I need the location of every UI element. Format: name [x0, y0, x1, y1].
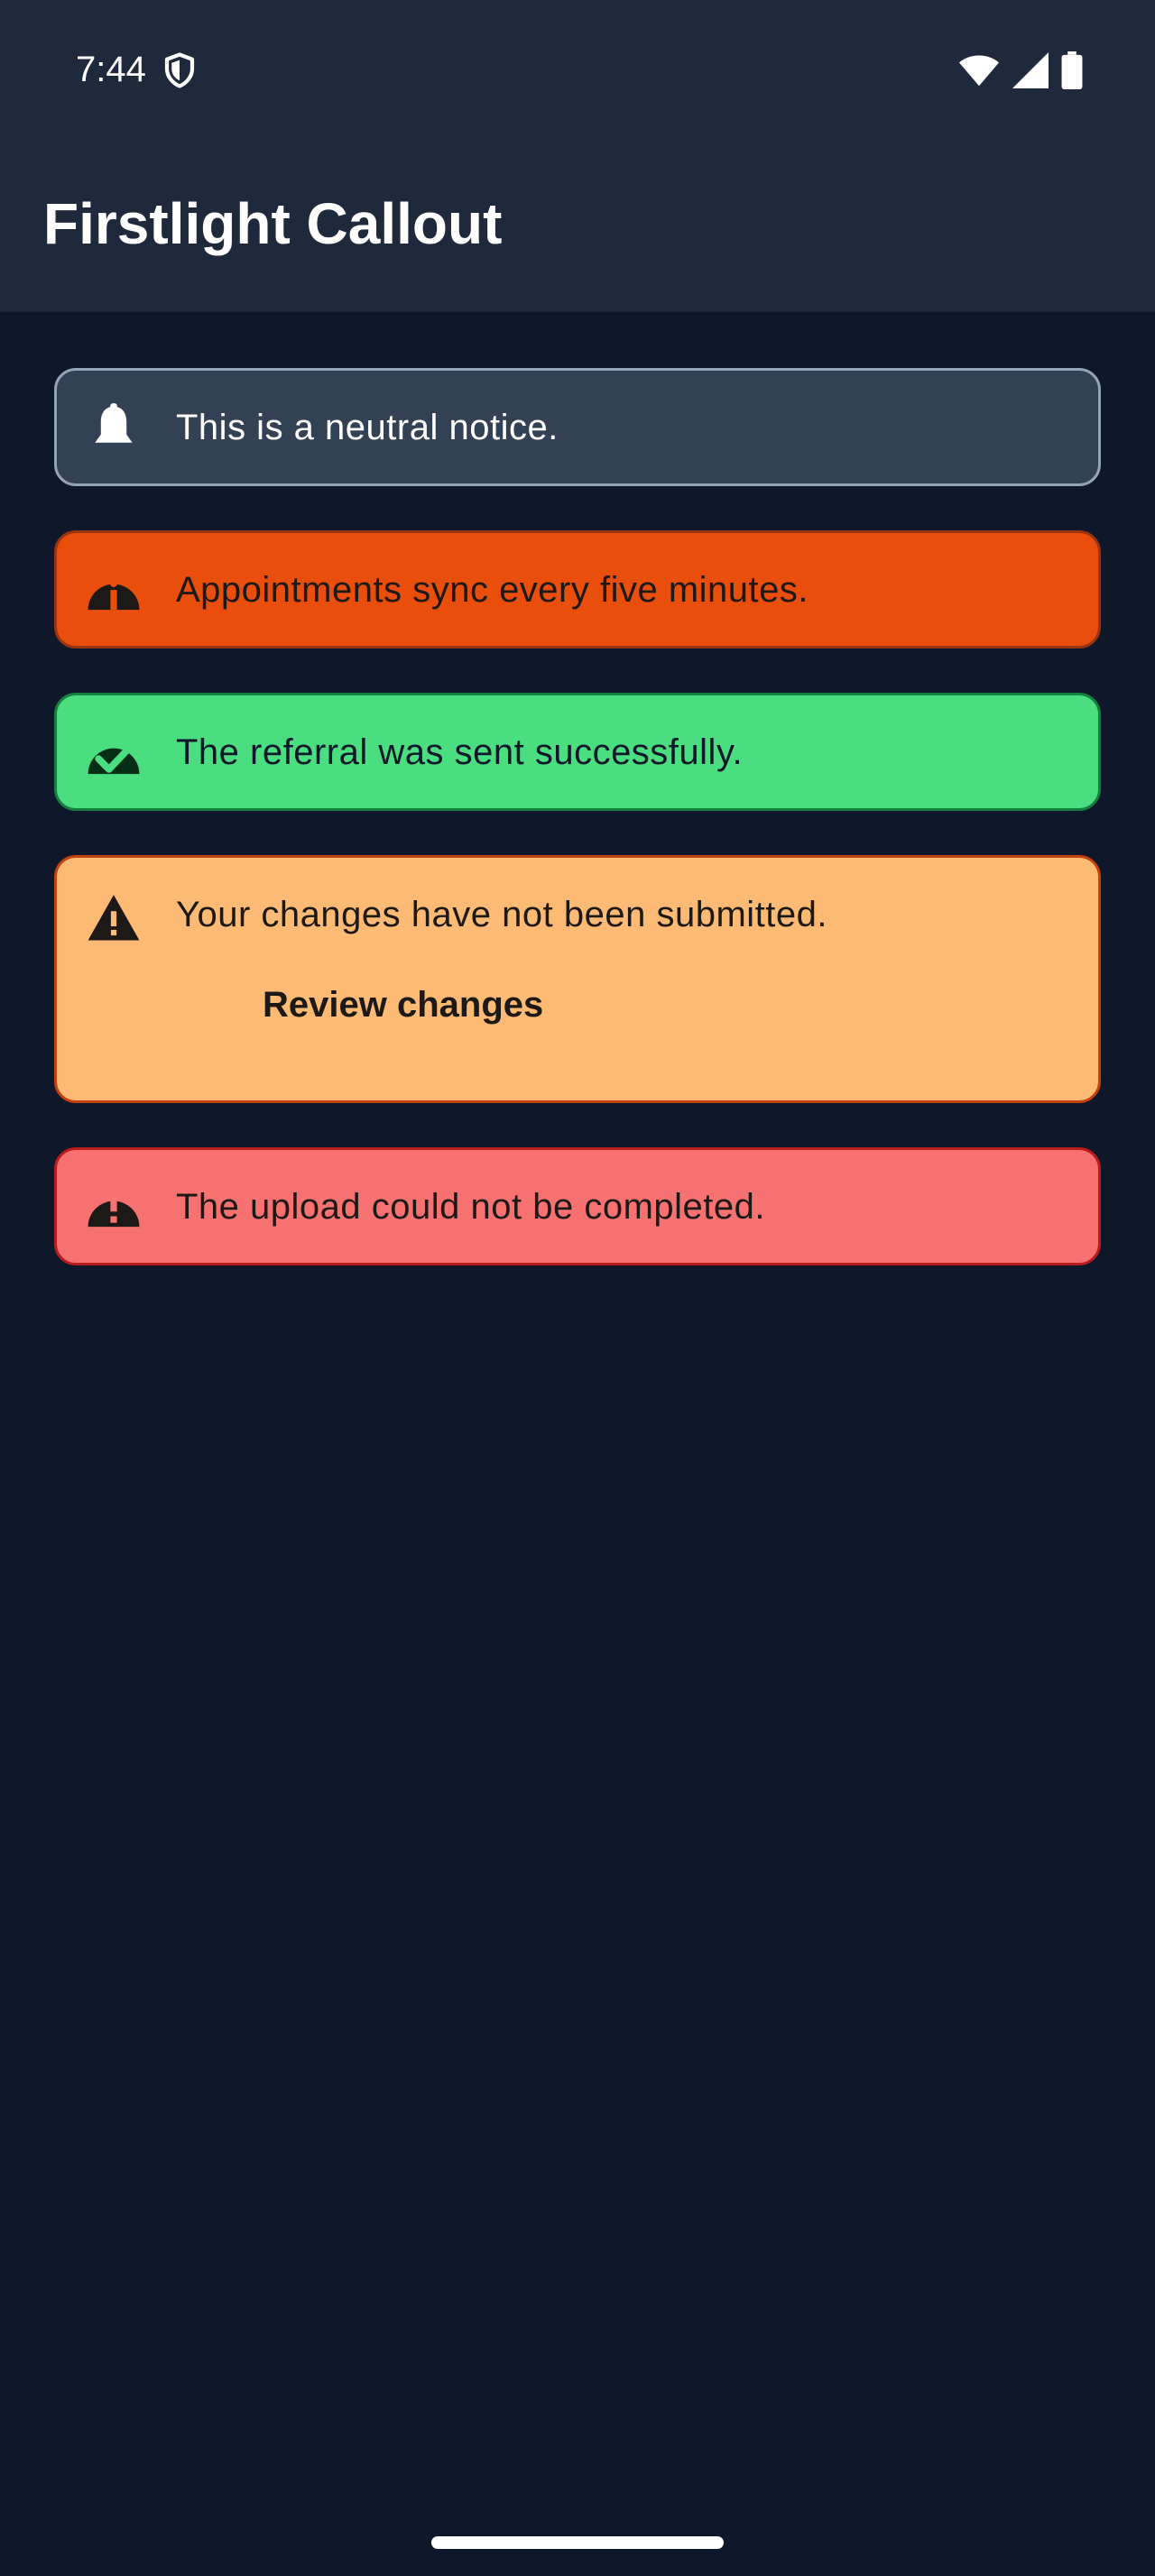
- callout-success: The referral was sent successfully.: [54, 693, 1101, 811]
- error-icon: [88, 1192, 140, 1228]
- cellular-signal-icon: [1012, 52, 1049, 88]
- callout-message: This is a neutral notice.: [176, 408, 559, 447]
- callout-error: The upload could not be completed.: [54, 1147, 1101, 1265]
- home-indicator[interactable]: [431, 2536, 724, 2549]
- status-time: 7:44: [76, 50, 146, 89]
- review-changes-button[interactable]: Review changes: [263, 980, 543, 1029]
- callout-message: Your changes have not been submitted.: [176, 895, 827, 934]
- battery-icon: [1061, 51, 1083, 89]
- callout-neutral: This is a neutral notice.: [54, 368, 1101, 486]
- app-bar: 7:44 Firstlight Callout: [0, 0, 1155, 312]
- callout-message: The upload could not be completed.: [176, 1187, 765, 1227]
- callout-warning: Your changes have not been submitted. Re…: [54, 855, 1101, 1103]
- callout-message: Appointments sync every five minutes.: [176, 570, 809, 610]
- status-bar: 7:44: [0, 0, 1155, 140]
- bell-icon: [95, 403, 133, 443]
- page-title: Firstlight Callout: [43, 191, 503, 256]
- wifi-icon: [958, 55, 1000, 87]
- callout-info: Appointments sync every five minutes.: [54, 530, 1101, 649]
- callout-message: The referral was sent successfully.: [176, 732, 744, 772]
- info-icon: [88, 580, 140, 611]
- check-circle-icon: [88, 743, 140, 775]
- shield-icon: [164, 52, 195, 88]
- warning-triangle-icon: [88, 895, 140, 941]
